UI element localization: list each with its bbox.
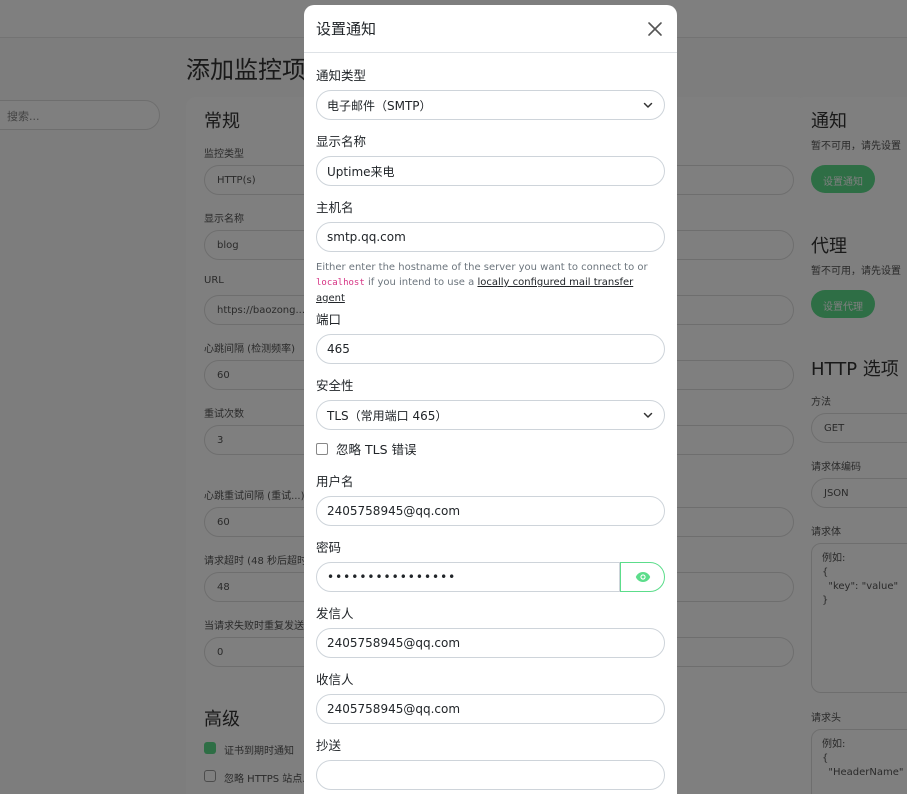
hostname-help: Either enter the hostname of the server … (316, 260, 665, 306)
modal-header: 设置通知 (304, 5, 677, 53)
modal-title: 设置通知 (316, 20, 377, 38)
help-text: Either enter the hostname of the server … (316, 262, 648, 273)
notification-type-select[interactable]: 电子邮件（SMTP） (316, 90, 665, 120)
help-text: if you intend to use a (364, 277, 478, 288)
password-input[interactable]: •••••••••••••••• (316, 562, 620, 592)
localhost-code: localhost (316, 278, 365, 288)
from-input[interactable]: 2405758945@qq.com (316, 628, 665, 658)
close-icon (648, 21, 662, 36)
username-input[interactable]: 2405758945@qq.com (316, 496, 665, 526)
display-name-label: 显示名称 (316, 134, 367, 149)
username-label: 用户名 (316, 474, 354, 489)
cc-label: 抄送 (316, 738, 342, 753)
from-label: 发信人 (316, 606, 354, 621)
to-label: 收信人 (316, 672, 354, 687)
modal-body: 通知类型 电子邮件（SMTP） 显示名称 Uptime来电 主机名 smtp.q… (304, 53, 677, 794)
notification-type-value: 电子邮件（SMTP） (327, 98, 432, 113)
security-value: TLS（常用端口 465） (327, 408, 448, 423)
ignore-tls-label: 忽略 TLS 错误 (336, 442, 417, 457)
cc-input[interactable] (316, 760, 665, 790)
close-button[interactable] (645, 19, 665, 39)
hostname-label: 主机名 (316, 200, 354, 215)
password-label: 密码 (316, 540, 342, 555)
chevron-down-icon (643, 102, 653, 108)
display-name-input[interactable]: Uptime来电 (316, 156, 665, 186)
toggle-password-button[interactable] (620, 562, 665, 592)
hostname-input[interactable]: smtp.qq.com (316, 222, 665, 252)
port-label: 端口 (316, 312, 342, 327)
eye-icon (635, 572, 650, 582)
port-input[interactable]: 465 (316, 334, 665, 364)
security-label: 安全性 (316, 378, 354, 393)
notification-type-label: 通知类型 (316, 68, 367, 83)
security-select[interactable]: TLS（常用端口 465） (316, 400, 665, 430)
ignore-tls-checkbox[interactable] (316, 442, 328, 455)
to-input[interactable]: 2405758945@qq.com (316, 694, 665, 724)
notification-setup-dialog: 设置通知 通知类型 电子邮件（SMTP） 显示名称 Uptime来电 主机名 s… (304, 5, 677, 794)
chevron-down-icon (643, 412, 653, 418)
